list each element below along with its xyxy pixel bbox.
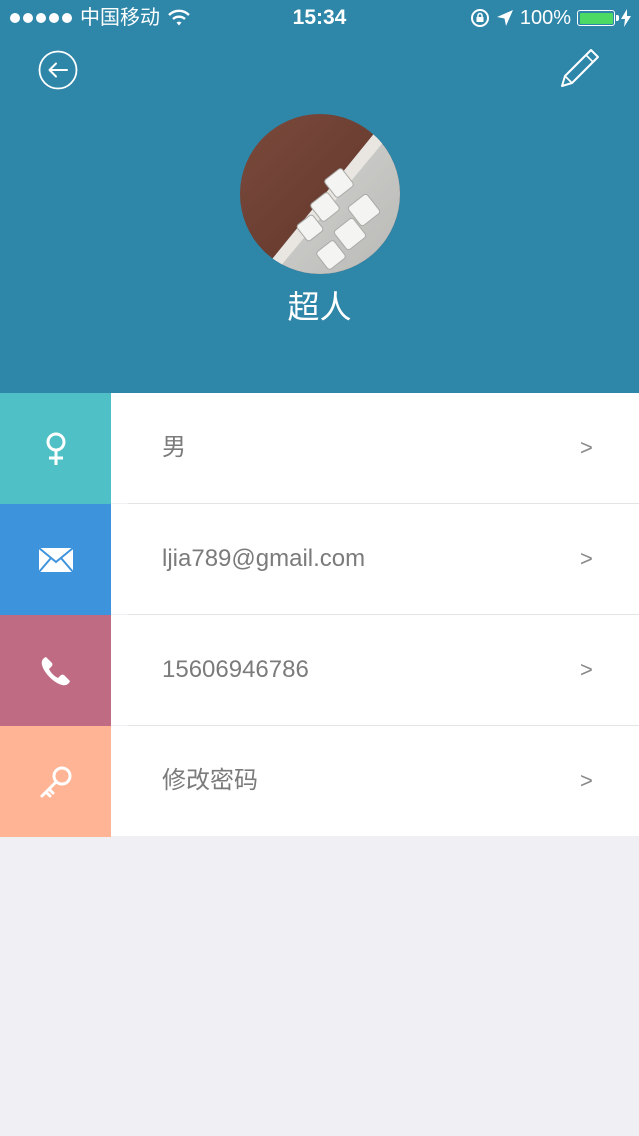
user-name: 超人 xyxy=(287,289,352,325)
phone-icon-box xyxy=(0,615,111,726)
chevron-right-icon: > xyxy=(580,435,593,460)
battery-icon xyxy=(577,10,619,26)
back-arrow-icon xyxy=(38,50,78,90)
charging-bolt-icon xyxy=(621,9,631,27)
location-arrow-icon xyxy=(496,10,513,26)
change-password-row[interactable]: 修改密码 > xyxy=(0,726,639,837)
battery-percentage: 100% xyxy=(519,7,571,29)
profile-info-list: 男 > ljia789@gmail.com > 15606946786 > 修改… xyxy=(0,393,639,837)
phone-icon xyxy=(41,656,70,685)
rotation-lock-icon xyxy=(470,9,489,27)
password-icon-box xyxy=(0,726,111,837)
email-row[interactable]: ljia789@gmail.com > xyxy=(0,504,639,615)
chevron-right-icon: > xyxy=(580,546,593,571)
gender-icon-box xyxy=(0,393,111,504)
key-icon xyxy=(40,766,71,797)
chevron-right-icon: > xyxy=(580,768,593,793)
gender-row[interactable]: 男 > xyxy=(0,393,639,504)
phone-value: 15606946786 xyxy=(162,656,309,683)
pencil-icon xyxy=(561,49,599,87)
mail-icon xyxy=(37,546,74,573)
gender-value: 男 xyxy=(162,434,186,461)
edit-button[interactable] xyxy=(558,46,602,90)
chevron-right-icon: > xyxy=(580,657,593,682)
profile-header: 中国移动 15:34 100% 超人 xyxy=(0,0,639,393)
avatar-photo xyxy=(240,114,400,274)
avatar[interactable] xyxy=(240,114,400,274)
status-bar: 中国移动 15:34 100% xyxy=(0,0,639,36)
back-button[interactable] xyxy=(38,50,78,90)
female-symbol-icon xyxy=(46,432,65,465)
change-password-label: 修改密码 xyxy=(162,767,258,794)
phone-row[interactable]: 15606946786 > xyxy=(0,615,639,726)
email-value: ljia789@gmail.com xyxy=(162,545,366,572)
email-icon-box xyxy=(0,504,111,615)
